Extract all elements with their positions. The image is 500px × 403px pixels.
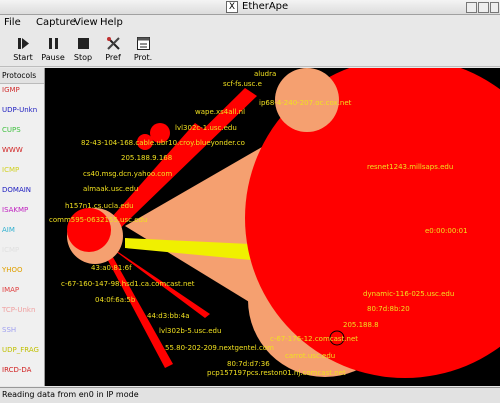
tools-icon bbox=[106, 36, 121, 51]
maximize-button[interactable] bbox=[478, 2, 489, 13]
node-label: 82-43-104-168.cable.ubr10.croy.blueyonde… bbox=[81, 139, 245, 147]
protocol-item[interactable]: IGMP bbox=[2, 86, 20, 94]
node-comm595[interactable] bbox=[67, 208, 111, 252]
protocol-item[interactable]: SSH bbox=[2, 326, 16, 334]
stop-button[interactable]: Stop bbox=[66, 36, 100, 66]
start-button[interactable]: Start bbox=[6, 36, 40, 66]
node-label: wape.xs4all.nl bbox=[195, 108, 245, 116]
node-label: e0:00:00:01 bbox=[425, 227, 468, 235]
close-button[interactable] bbox=[490, 2, 499, 13]
node-label: 205.188.8 bbox=[343, 321, 379, 329]
node-label: h157n1.cs.ucla.edu bbox=[65, 202, 134, 210]
stop-icon bbox=[76, 36, 91, 51]
node-label: 43:a0:81:6f bbox=[91, 264, 132, 272]
protocol-item[interactable]: YHOO bbox=[2, 266, 23, 274]
node-label: c-67-160-147-98.hsd1.ca.comcast.net bbox=[61, 280, 195, 288]
protocols-window-icon bbox=[136, 36, 151, 51]
node-label: resnet1243.millsaps.edu bbox=[367, 163, 453, 171]
node-label: cs40.msg.dcn.yahoo.com bbox=[83, 170, 172, 178]
node-label: pcp157197pcs.reston01.nj.comcast.net bbox=[207, 369, 346, 377]
protocols-header: Protocols bbox=[0, 68, 44, 84]
protocol-item[interactable]: AIM bbox=[2, 226, 15, 234]
protocol-item[interactable]: WWW bbox=[2, 146, 23, 154]
protocols-legend: Protocols IGMP UDP-Unkn CUPS WWW ICMP DOMAIN I… bbox=[0, 68, 45, 386]
start-icon bbox=[16, 36, 31, 51]
status-text: Reading data from en0 in IP mode bbox=[2, 390, 139, 399]
stop-label: Stop bbox=[73, 53, 93, 62]
protocol-item[interactable]: ICMP bbox=[2, 246, 19, 254]
node-label: lvl302b-5.usc.edu bbox=[159, 327, 221, 335]
protocol-item[interactable]: DOMAIN bbox=[2, 186, 31, 194]
window-title: EtherApe bbox=[242, 1, 289, 12]
protocol-item[interactable]: ICMP bbox=[2, 166, 19, 174]
title-bar: X EtherApe bbox=[0, 0, 500, 15]
network-graph-canvas[interactable]: aludra scf-fs.usc.e ip68-4-240-207.oc.co… bbox=[45, 68, 500, 386]
node-label: comm595-0632155.usc.edu bbox=[49, 216, 147, 224]
pause-label: Pause bbox=[41, 53, 65, 62]
menu-bar: File Capture View Help bbox=[0, 15, 500, 31]
node-label: 205.188.9.168 bbox=[121, 154, 172, 162]
node-label: ip68-4-240-207.oc.cox.net bbox=[259, 99, 352, 107]
protocol-item[interactable]: TCP-Unkn bbox=[2, 306, 35, 314]
node-label: 80:7d:8b:20 bbox=[367, 305, 410, 313]
network-graph[interactable]: aludra scf-fs.usc.e ip68-4-240-207.oc.co… bbox=[45, 68, 500, 386]
protocol-item[interactable]: UDP-Unkn bbox=[2, 106, 37, 114]
toolbar: Start Pause Stop Pref Prot. bbox=[0, 32, 500, 67]
node-label: carrot.usc.edu bbox=[285, 352, 335, 360]
menu-file[interactable]: File bbox=[4, 17, 21, 28]
node-label: scf-fs.usc.e bbox=[223, 80, 262, 88]
start-label: Start bbox=[13, 53, 33, 62]
node-label: 80:7d:d7:36 bbox=[227, 360, 270, 368]
menu-view[interactable]: View bbox=[74, 17, 98, 28]
node-label: 55.80-202-209.nextgentel.com bbox=[165, 344, 274, 352]
node-label: c-67-176-12.comcast.net bbox=[270, 335, 358, 343]
protocol-item[interactable]: ISAKMP bbox=[2, 206, 28, 214]
minimize-button[interactable] bbox=[466, 2, 477, 13]
menu-help[interactable]: Help bbox=[100, 17, 123, 28]
prot-button[interactable]: Prot. bbox=[126, 36, 160, 66]
pause-icon bbox=[46, 36, 61, 51]
prot-label: Prot. bbox=[133, 53, 153, 62]
node-label: 04:0f:6a:5b bbox=[95, 296, 136, 304]
pref-label: Pref bbox=[105, 53, 121, 62]
node-label: 44:d3:bb:4a bbox=[147, 312, 190, 320]
pause-button[interactable]: Pause bbox=[36, 36, 70, 66]
protocol-item[interactable]: UDP_FRAG bbox=[2, 346, 39, 354]
menu-capture[interactable]: Capture bbox=[36, 17, 76, 28]
node-label: lvl302c-1.usc.edu bbox=[175, 124, 237, 132]
protocol-item[interactable]: CUPS bbox=[2, 126, 21, 134]
protocol-item[interactable]: IMAP bbox=[2, 286, 19, 294]
node-label: almaak.usc.edu bbox=[83, 185, 138, 193]
node-label: dynamic-116-025.usc.edu bbox=[363, 290, 454, 298]
pref-button[interactable]: Pref bbox=[96, 36, 130, 66]
protocol-item[interactable]: IRCD-DA bbox=[2, 366, 31, 374]
x11-icon: X bbox=[226, 1, 238, 13]
status-bar: Reading data from en0 in IP mode bbox=[0, 387, 500, 403]
node-label: aludra bbox=[254, 70, 276, 78]
